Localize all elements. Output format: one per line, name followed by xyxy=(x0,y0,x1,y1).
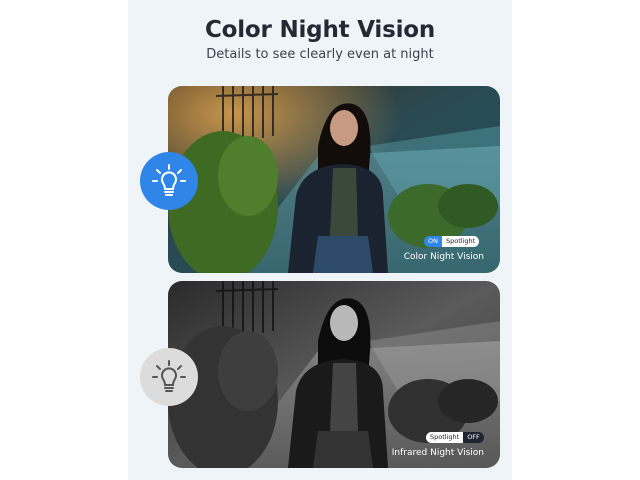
color-night-vision-caption: Color Night Vision xyxy=(403,252,484,262)
lightbulb-icon xyxy=(152,360,186,392)
infrared-night-vision-card: Spotlight OFF Infrared Night Vision xyxy=(168,281,500,468)
lightbulb-icon xyxy=(152,164,186,196)
spotlight-off-state: OFF xyxy=(463,432,484,443)
spotlight-toggle[interactable]: ON Spotlight xyxy=(424,236,480,247)
spotlight-on-state: ON xyxy=(424,236,442,247)
infrared-night-vision-caption: Infrared Night Vision xyxy=(391,448,484,458)
spotlight-label-ir: Spotlight xyxy=(426,432,464,443)
page-title: Color Night Vision xyxy=(204,17,436,43)
spotlight-label: Spotlight xyxy=(441,236,480,247)
page-subtitle: Details to see clearly even at night xyxy=(206,47,434,62)
spotlight-toggle-ir[interactable]: Spotlight OFF xyxy=(426,432,484,443)
color-mode-badge xyxy=(140,152,198,210)
color-night-vision-card: ON Spotlight Color Night Vision xyxy=(168,86,500,273)
infrared-mode-badge xyxy=(140,348,198,406)
